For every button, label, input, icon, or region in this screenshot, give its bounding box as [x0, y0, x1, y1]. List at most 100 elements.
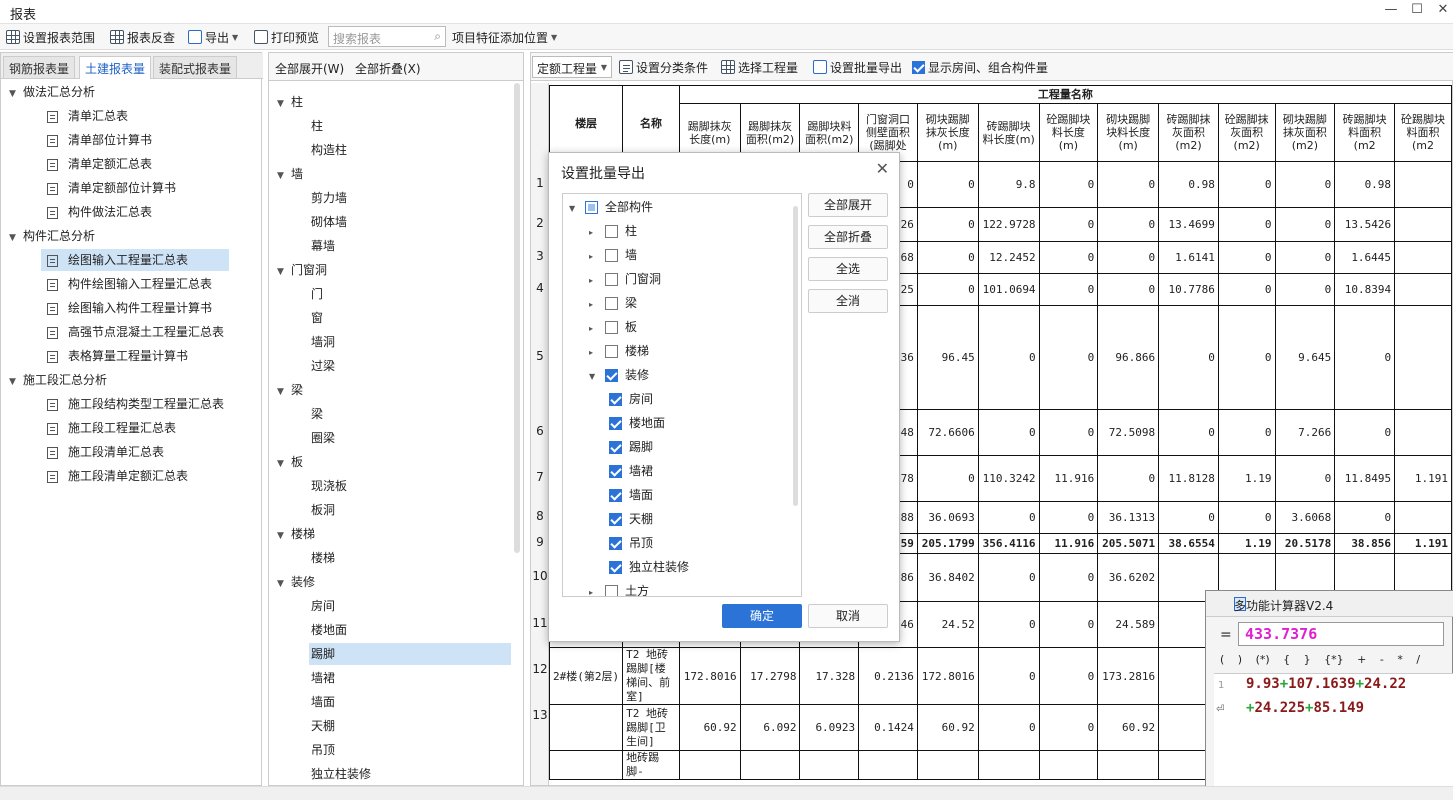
classify-button[interactable]: 设置分类条件 — [619, 58, 708, 76]
component-group[interactable]: ▼ 墙 — [277, 163, 303, 185]
minimize-button[interactable]: — — [1380, 2, 1402, 22]
checklist-item[interactable]: ▸ 土方 — [589, 580, 649, 596]
checkbox-icon[interactable] — [605, 585, 618, 596]
component-item[interactable]: 梁 — [309, 403, 511, 425]
checkbox-checked-icon[interactable] — [609, 561, 622, 574]
checklist-item[interactable]: ▼ 装修 — [589, 364, 649, 386]
print-preview-button[interactable]: 打印预览 — [254, 28, 319, 46]
chevron-down-icon[interactable]: ▼ — [277, 381, 291, 403]
maximize-button[interactable]: ☐ — [1406, 2, 1428, 22]
component-item[interactable]: 墙面 — [309, 691, 511, 713]
chevron-down-icon[interactable]: ▼ — [277, 93, 291, 115]
report-search-input[interactable]: 搜索报表 ⌕ — [328, 26, 446, 47]
checklist-item[interactable]: ▸ 楼梯 — [589, 340, 649, 362]
tab-civil[interactable]: 土建报表量 — [79, 56, 152, 79]
ok-button[interactable]: 确定 — [722, 604, 802, 628]
quantity-type-select[interactable]: 定额工程量 ▼ — [532, 56, 612, 78]
chevron-down-icon[interactable]: ▼ — [569, 198, 585, 220]
tab-prefab[interactable]: 装配式报表量 — [153, 56, 238, 78]
chevron-right-icon[interactable]: ▸ — [589, 318, 605, 340]
component-item[interactable]: 房间 — [309, 595, 511, 617]
component-item[interactable]: 楼地面 — [309, 619, 511, 641]
feature-position-dropdown[interactable]: 项目特征添加位置 ▼ — [452, 28, 557, 46]
expand-all-link[interactable]: 全部展开(W) — [275, 60, 344, 77]
tab-rebar[interactable]: 钢筋报表量 — [3, 56, 76, 78]
export-button[interactable]: 导出 ▼ — [188, 28, 238, 46]
tree-item[interactable]: 表格算量工程量计算书 — [41, 345, 229, 367]
tree-group[interactable]: ▼ 构件汇总分析 — [9, 225, 95, 247]
component-group[interactable]: ▼ 柱 — [277, 91, 303, 113]
tree-item[interactable]: 绘图输入构件工程量计算书 — [41, 297, 229, 319]
close-button[interactable]: ✕ — [1432, 2, 1453, 22]
checkbox-checked-icon[interactable] — [609, 465, 622, 478]
component-group[interactable]: ▼ 门窗洞 — [277, 259, 327, 281]
collapse-all-button[interactable]: 全部折叠 — [808, 225, 888, 249]
chevron-right-icon[interactable]: ▸ — [589, 222, 605, 244]
checklist-item[interactable]: 天棚 — [609, 508, 653, 530]
checklist-item[interactable]: 楼地面 — [609, 412, 665, 434]
checklist-item[interactable]: ▸ 梁 — [589, 292, 637, 314]
tree-item[interactable]: 清单汇总表 — [41, 105, 229, 127]
scrollbar[interactable] — [514, 83, 520, 553]
component-item[interactable]: 板洞 — [309, 499, 511, 521]
checkbox-checked-icon[interactable] — [609, 489, 622, 502]
tree-item[interactable]: 施工段清单汇总表 — [41, 441, 229, 463]
tree-item[interactable]: 清单定额部位计算书 — [41, 177, 229, 199]
checkbox-checked-icon[interactable] — [609, 441, 622, 454]
reverse-query-button[interactable]: 报表反查 — [110, 28, 175, 46]
chevron-down-icon[interactable]: ▼ — [277, 165, 291, 187]
component-group[interactable]: ▼ 板 — [277, 451, 303, 473]
tree-root[interactable]: ▼ 全部构件 — [569, 196, 653, 218]
expression-editor[interactable]: 1 ⏎ 9.93+107.1639+24.22 +24.225+85.149 — [1214, 673, 1453, 801]
checklist-item[interactable]: ▸ 墙 — [589, 244, 637, 266]
component-item[interactable]: 幕墙 — [309, 235, 511, 257]
checkbox-icon[interactable] — [605, 225, 618, 238]
tree-item[interactable]: 构件绘图输入工程量汇总表 — [41, 273, 229, 295]
component-item[interactable]: 吊顶 — [309, 739, 511, 761]
checklist-item[interactable]: ▸ 板 — [589, 316, 637, 338]
chevron-down-icon[interactable]: ▼ — [277, 261, 291, 283]
checkbox-icon[interactable] — [605, 345, 618, 358]
chevron-down-icon[interactable]: ▼ — [9, 371, 23, 393]
tree-item[interactable]: 绘图输入工程量汇总表 — [41, 249, 229, 271]
component-item[interactable]: 砌体墙 — [309, 211, 511, 233]
chevron-right-icon[interactable]: ▸ — [589, 582, 605, 596]
chevron-down-icon[interactable]: ▼ — [589, 366, 605, 388]
checkbox-checked-icon[interactable] — [609, 513, 622, 526]
checklist-item[interactable]: 墙面 — [609, 484, 653, 506]
chevron-right-icon[interactable]: ▸ — [589, 270, 605, 292]
component-item[interactable]: 窗 — [309, 307, 511, 329]
checklist-item[interactable]: ▸ 柱 — [589, 220, 637, 242]
checklist-item[interactable]: 踢脚 — [609, 436, 653, 458]
chevron-right-icon[interactable]: ▸ — [589, 342, 605, 364]
component-item[interactable]: 独立柱装修 — [309, 763, 511, 785]
set-range-button[interactable]: 设置报表范围 — [6, 28, 95, 46]
select-all-button[interactable]: 全选 — [808, 257, 888, 281]
tree-item[interactable]: 施工段清单定额汇总表 — [41, 465, 229, 487]
checkbox-icon[interactable] — [605, 273, 618, 286]
component-item[interactable]: 柱 — [309, 115, 511, 137]
component-item[interactable]: 墙洞 — [309, 331, 511, 353]
checkbox-checked-icon[interactable] — [609, 393, 622, 406]
checklist-item[interactable]: 独立柱装修 — [609, 556, 689, 578]
tree-group[interactable]: ▼ 做法汇总分析 — [9, 81, 95, 103]
component-group[interactable]: ▼ 装修 — [277, 571, 315, 593]
component-item[interactable]: 门 — [309, 283, 511, 305]
checklist-item[interactable]: 墙裙 — [609, 460, 653, 482]
cancel-button[interactable]: 取消 — [808, 604, 888, 628]
search-icon[interactable]: ⌕ — [434, 29, 441, 44]
component-item[interactable]: 剪力墙 — [309, 187, 511, 209]
tree-item[interactable]: 施工段结构类型工程量汇总表 — [41, 393, 229, 415]
component-group[interactable]: ▼ 楼梯 — [277, 523, 315, 545]
checkbox-icon[interactable] — [605, 321, 618, 334]
tree-item[interactable]: 清单定额汇总表 — [41, 153, 229, 175]
chevron-right-icon[interactable]: ▸ — [589, 294, 605, 316]
component-item[interactable]: 圈梁 — [309, 427, 511, 449]
tree-item[interactable]: 高强节点混凝土工程量汇总表 — [41, 321, 229, 343]
chevron-down-icon[interactable]: ▼ — [9, 83, 23, 105]
collapse-all-link[interactable]: 全部折叠(X) — [355, 60, 421, 77]
tree-item[interactable]: 构件做法汇总表 — [41, 201, 229, 223]
chevron-down-icon[interactable]: ▼ — [277, 525, 291, 547]
chevron-down-icon[interactable]: ▼ — [277, 573, 291, 595]
checkbox-checked-icon[interactable] — [912, 60, 925, 74]
